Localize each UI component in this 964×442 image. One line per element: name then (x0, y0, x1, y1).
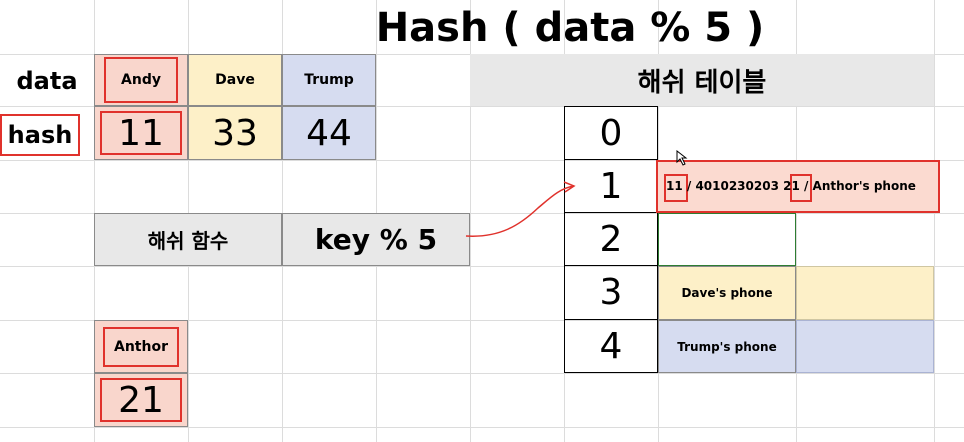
hash-cell-andy-value: 11 (100, 111, 182, 155)
hash-table-title: 해쉬 테이블 (470, 54, 934, 106)
row-label-hash: hash (0, 114, 80, 156)
arrow-annotation (465, 181, 576, 237)
hash-cell-trump: 44 (282, 106, 376, 160)
extra-name-cell: Anthor (94, 320, 188, 373)
hash-cell-andy: 11 (94, 106, 188, 160)
hash-table-row4-value: Trump's phone (658, 320, 796, 373)
data-cell-andy: Andy (94, 54, 188, 106)
hash-function-label: 해쉬 함수 (94, 213, 282, 266)
hash-function-formula: key % 5 (282, 213, 470, 266)
extra-hash-value: 21 (100, 378, 182, 422)
cursor-icon (676, 150, 688, 166)
hash-table-row3-ext (796, 266, 934, 320)
hash-table-row3-value: Dave's phone (658, 266, 796, 320)
extra-hash-cell: 21 (94, 373, 188, 427)
data-cell-dave: Dave (188, 54, 282, 106)
data-cell-andy-label: Andy (104, 57, 178, 103)
row-label-data: data (16, 67, 78, 95)
hash-table-row1-value: 11 / 4010230203 21 / Anthor's phone (656, 160, 940, 213)
hash-table-row4-ext (796, 320, 934, 373)
hash-table-row2-value[interactable] (658, 213, 796, 266)
data-cell-trump: Trump (282, 54, 376, 106)
hash-cell-dave: 33 (188, 106, 282, 160)
extra-name-label: Anthor (103, 326, 179, 367)
hash-table-index-3: 3 (564, 266, 658, 320)
row1-text: 11 / 4010230203 21 / Anthor's phone (666, 179, 916, 193)
hash-table-index-0: 0 (564, 106, 658, 160)
hash-table-index-4: 4 (564, 320, 658, 373)
page-title: Hash ( data % 5 ) (375, 5, 765, 51)
